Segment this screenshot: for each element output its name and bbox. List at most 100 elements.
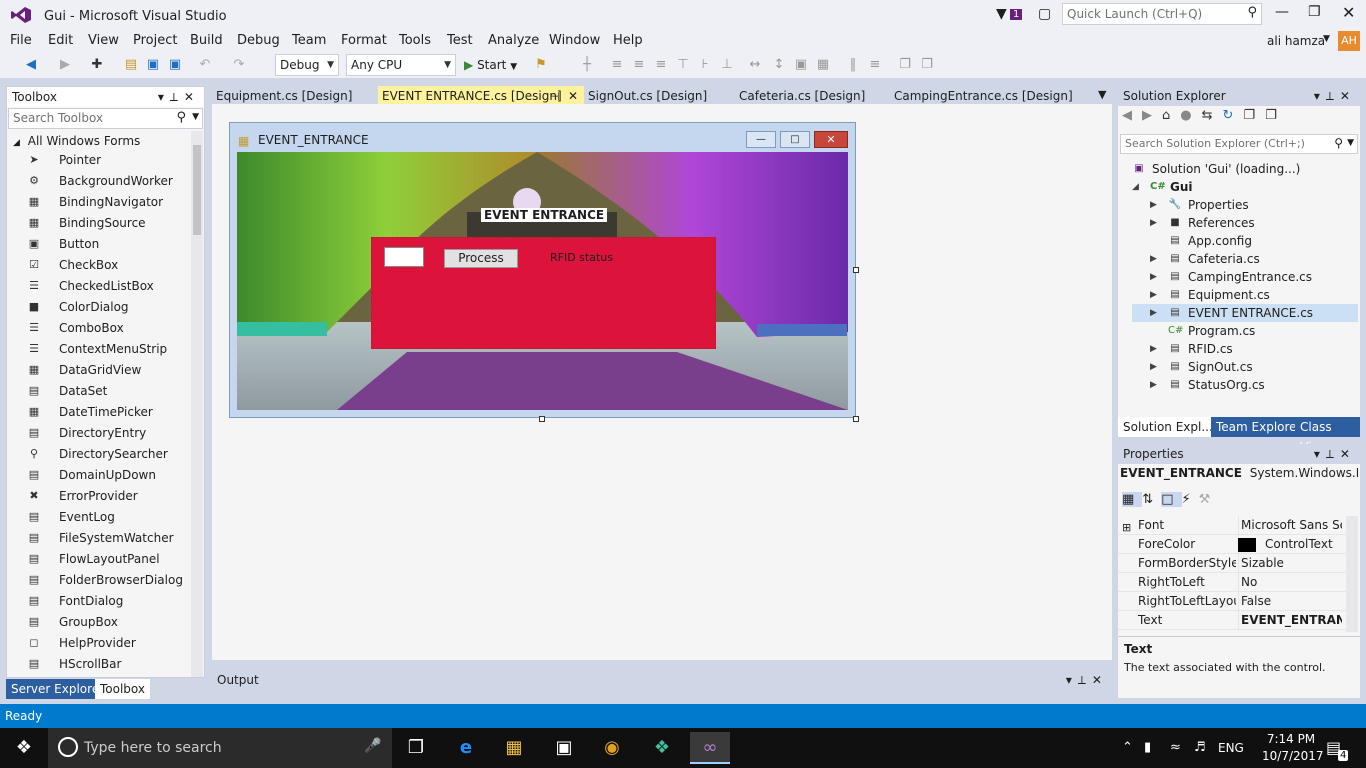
same-size-icon[interactable]: ▣ [792, 56, 810, 74]
windows-start-icon[interactable]: ❖ [4, 732, 44, 764]
volume-icon[interactable]: ♬ [1194, 728, 1206, 768]
language-indicator[interactable]: ENG [1218, 728, 1244, 768]
platform-dropdown[interactable]: Any CPU ▼ [346, 54, 456, 76]
taskbar-search-box[interactable]: Type here to search 🎤 [48, 728, 392, 768]
solution-explorer-tab[interactable]: Solution Expl... [1118, 417, 1218, 437]
toolbox-item[interactable]: ▦ DateTimePicker [7, 402, 187, 423]
search-icon[interactable]: ⚲ [1334, 136, 1343, 150]
forward-icon[interactable]: ▶ [1142, 108, 1162, 123]
app-icon[interactable]: ❖ [642, 732, 682, 764]
edge-browser-icon[interactable]: e [446, 732, 486, 764]
resize-handle-right[interactable] [853, 267, 859, 273]
microphone-icon[interactable]: 🎤 [364, 738, 381, 754]
toolbox-item[interactable]: ☰ ComboBox [7, 318, 187, 339]
toolbox-item[interactable]: ▤ DomainUpDown [7, 465, 187, 486]
rfid-textbox[interactable] [384, 247, 424, 267]
file-explorer-icon[interactable]: ▦ [494, 732, 534, 764]
search-icon[interactable]: ⚲ [1247, 5, 1257, 20]
attach-icon[interactable]: ⚑ [532, 56, 550, 74]
properties-icon[interactable]: □ [1161, 492, 1182, 507]
property-value[interactable]: False [1238, 592, 1342, 611]
notification-badge[interactable]: 1 [1010, 9, 1023, 20]
refresh-icon[interactable]: ↻ [1223, 108, 1244, 123]
solution-tree-item[interactable]: ▶ ▤ EVENT ENTRANCE.cs [1132, 304, 1358, 322]
menu-build[interactable]: Build [190, 33, 223, 48]
properties-toolbar[interactable]: ▦⇅□⚡⚒ [1122, 492, 1218, 512]
expand-arrow-icon[interactable]: ▶ [1150, 196, 1157, 214]
task-view-icon[interactable]: ❐ [396, 732, 436, 764]
show-all-icon[interactable]: ❐ [1265, 108, 1287, 123]
align-center-icon[interactable]: ≡ [630, 56, 648, 74]
same-width-icon[interactable]: ↔ [746, 56, 764, 74]
filter-icon[interactable]: ▼ [996, 6, 1007, 22]
menu-file[interactable]: File [10, 33, 32, 48]
resize-handle-bottom[interactable] [539, 416, 545, 422]
panel-controls-icon[interactable]: ▾⟂✕ [1314, 444, 1356, 464]
toolbox-item[interactable]: ▤ GroupBox [7, 612, 187, 633]
property-pages-icon[interactable]: ⚒ [1199, 492, 1219, 507]
panel-controls-icon[interactable]: ▾⟂✕ [1314, 86, 1356, 106]
property-value[interactable]: EVENT_ENTRANCE [1238, 611, 1342, 630]
toolbox-item[interactable]: ➤ Pointer [7, 150, 187, 171]
toolbox-item[interactable]: ☰ ContextMenuStrip [7, 339, 187, 360]
menu-debug[interactable]: Debug [237, 33, 280, 48]
align-right-icon[interactable]: ≡ [652, 56, 670, 74]
expanded-icon[interactable]: ◢ [1132, 178, 1139, 196]
expand-arrow-icon[interactable]: ▶ [1150, 250, 1157, 268]
send-back-icon[interactable]: ❐ [918, 56, 936, 74]
property-row[interactable]: FormBorderStyle Sizable [1118, 554, 1358, 573]
toolbox-item[interactable]: ▤ DataSet [7, 381, 187, 402]
panel-controls-icon[interactable]: ▾⟂✕ [158, 87, 200, 107]
feedback-icon[interactable]: ▢ [1038, 6, 1051, 22]
property-row[interactable]: Font Microsoft Sans Serif [1118, 516, 1358, 535]
align-middle-icon[interactable]: ⊦ [696, 56, 714, 74]
expand-arrow-icon[interactable]: ▶ [1150, 268, 1157, 286]
property-row[interactable]: Text EVENT_ENTRANCE [1118, 611, 1358, 630]
pending-icon[interactable]: ● [1180, 108, 1201, 123]
save-all-icon[interactable]: ▣ [166, 56, 184, 74]
properties-scrollbar[interactable] [1346, 516, 1358, 632]
expand-arrow-icon[interactable]: ▶ [1150, 358, 1157, 376]
show-hidden-icons[interactable]: ⌃ [1122, 728, 1133, 768]
back-icon[interactable]: ◀ [22, 56, 40, 74]
toolbox-scrollbar[interactable] [191, 131, 203, 677]
menu-test[interactable]: Test [447, 33, 473, 48]
toolbox-item[interactable]: ◻ HelpProvider [7, 633, 187, 654]
battery-icon[interactable]: ▮ [1144, 728, 1151, 768]
property-value[interactable]: Sizable [1238, 554, 1342, 573]
start-button[interactable]: ▶ Start ▼ [464, 56, 517, 74]
expand-arrow-icon[interactable]: ▶ [1150, 286, 1157, 304]
menu-format[interactable]: Format [341, 33, 387, 48]
solution-tree-item[interactable]: ▶ ▤ Cafeteria.cs [1132, 250, 1358, 268]
toolbox-item[interactable]: ▦ BindingSource [7, 213, 187, 234]
scrollbar-thumb[interactable] [193, 145, 201, 235]
solution-tree-item[interactable]: ▶ ▤ StatusOrg.cs [1132, 376, 1358, 394]
toolbox-item[interactable]: ▦ DataGridView [7, 360, 187, 381]
categorized-icon[interactable]: ▦ [1122, 492, 1143, 507]
expand-arrow-icon[interactable]: ▶ [1150, 340, 1157, 358]
team-explorer-tab[interactable]: Team Explorer [1211, 417, 1307, 437]
avatar[interactable]: AH [1338, 31, 1360, 51]
panel-controls-icon[interactable]: ▾⟂✕ [1066, 670, 1108, 690]
events-icon[interactable]: ⚡ [1182, 492, 1199, 507]
property-value[interactable]: No [1238, 573, 1342, 592]
toolbox-item[interactable]: ▦ BindingNavigator [7, 192, 187, 213]
toolbox-item[interactable]: ■ ColorDialog [7, 297, 187, 318]
menu-edit[interactable]: Edit [48, 33, 73, 48]
solution-tree-item[interactable]: ▶ ▤ SignOut.cs [1132, 358, 1358, 376]
property-row[interactable]: RightToLeftLayout False [1118, 592, 1358, 611]
chevron-down-icon[interactable]: ▼ [192, 112, 199, 122]
process-button[interactable]: Process [444, 249, 518, 268]
spacing-icon[interactable]: ‖ [844, 56, 862, 74]
class-view-tab[interactable]: Class View [1295, 417, 1360, 454]
solution-tree-item[interactable]: ▶ ▤ CampingEntrance.cs [1132, 268, 1358, 286]
toolbox-item[interactable]: ▤ FolderBrowserDialog [7, 570, 187, 591]
close-button[interactable]: ✕ [1342, 3, 1355, 22]
toolbox-item[interactable]: ☰ CheckedListBox [7, 276, 187, 297]
toolbox-item[interactable]: ▤ EventLog [7, 507, 187, 528]
solution-search-input[interactable]: Search Solution Explorer (Ctrl+;) ⚲ ▼ [1120, 134, 1358, 154]
align-bottom-icon[interactable]: ⊥ [718, 56, 736, 74]
chrome-icon[interactable]: ◉ [592, 732, 632, 764]
menu-window[interactable]: Window [549, 33, 600, 48]
server-explorer-tab[interactable]: Server Explorer [6, 679, 110, 699]
